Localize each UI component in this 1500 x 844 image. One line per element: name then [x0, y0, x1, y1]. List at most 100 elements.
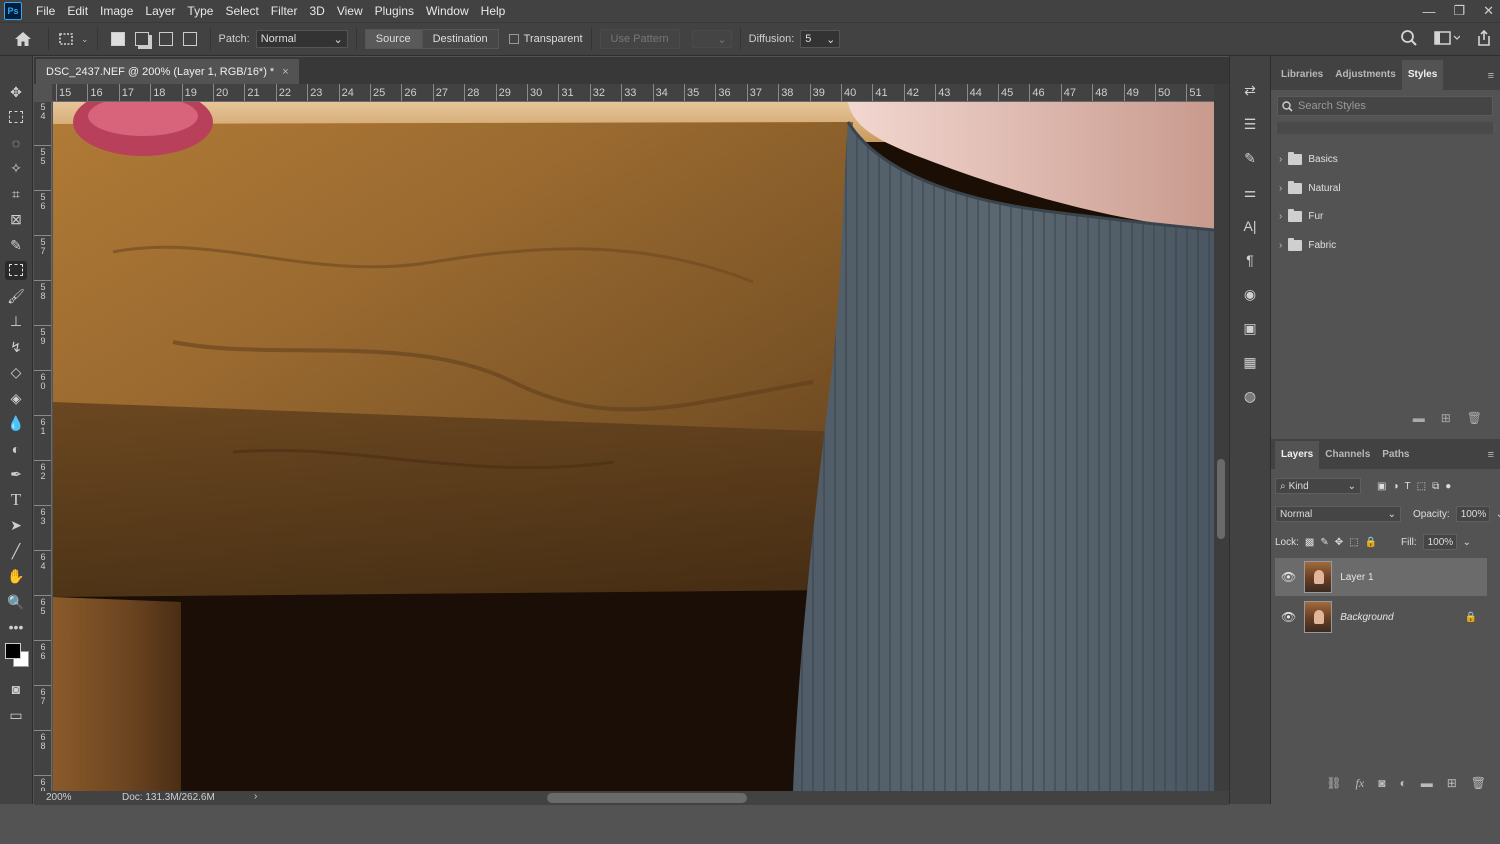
style-group-basics[interactable]: › Basics [1277, 145, 1485, 173]
panel-menu-icon[interactable]: ≡ [1488, 70, 1494, 82]
link-layers-icon[interactable]: ⛓ [1326, 776, 1341, 790]
search-icon[interactable] [1400, 29, 1418, 47]
tab-adjustments[interactable]: Adjustments [1329, 60, 1402, 90]
clone-stamp-tool-icon[interactable]: ⊥ [5, 312, 27, 331]
paragraph-panel-icon[interactable]: ¶ [1240, 250, 1260, 270]
layer-style-icon[interactable]: fx [1356, 776, 1365, 791]
minimize-button[interactable]: — [1422, 4, 1435, 19]
gradients-panel-icon[interactable]: ▣ [1240, 318, 1260, 338]
lock-all-icon[interactable]: 🔒 [1365, 537, 1377, 548]
close-tab-icon[interactable]: × [282, 66, 288, 78]
pen-tool-icon[interactable]: ✒ [5, 465, 27, 484]
lock-transparent-icon[interactable]: ▩ [1305, 537, 1314, 548]
swatches-panel-icon[interactable]: ▦ [1240, 352, 1260, 372]
lock-artboard-icon[interactable]: ⬚ [1349, 537, 1358, 548]
new-adjustment-icon[interactable]: ◐ [1399, 776, 1406, 790]
menu-view[interactable]: View [331, 0, 369, 22]
menu-help[interactable]: Help [475, 0, 512, 22]
add-to-selection-icon[interactable] [134, 32, 149, 46]
chevron-right-icon[interactable]: › [1279, 183, 1282, 194]
zoom-tool-icon[interactable]: 🔍 [5, 592, 27, 611]
move-tool-icon[interactable]: ✥ [5, 82, 27, 101]
menu-image[interactable]: Image [94, 0, 139, 22]
fill-input[interactable]: 100% [1422, 534, 1457, 550]
chevron-right-icon[interactable]: › [1279, 211, 1282, 222]
layer-name[interactable]: Background [1340, 612, 1456, 623]
close-window-button[interactable]: ✕ [1483, 3, 1494, 19]
style-group-fur[interactable]: › Fur [1277, 202, 1485, 230]
intersect-selection-icon[interactable] [182, 32, 197, 46]
patch-tool-preset-icon[interactable]: ⌄ [57, 31, 89, 47]
pattern-picker[interactable]: ⌄ [691, 30, 732, 48]
color-panel-icon[interactable]: ◍ [1240, 386, 1260, 406]
character-panel-icon[interactable]: A| [1240, 216, 1260, 236]
add-mask-icon[interactable]: ◙ [1378, 776, 1385, 790]
layer-row-layer-1[interactable]: 👁 Layer 1 [1275, 558, 1487, 596]
dodge-tool-icon[interactable]: ◐ [5, 439, 27, 458]
document-tab[interactable]: DSC_2437.NEF @ 200% (Layer 1, RGB/16*) *… [36, 59, 299, 84]
filter-shape-icon[interactable]: ⬚ [1417, 481, 1426, 492]
delete-layer-icon[interactable]: 🗑 [1471, 776, 1486, 790]
color-swatches[interactable] [2, 643, 30, 673]
share-icon[interactable] [1476, 29, 1492, 47]
filter-pixel-icon[interactable]: ▣ [1377, 481, 1386, 492]
new-style-icon[interactable]: ⊞ [1441, 411, 1451, 425]
filter-type-icon[interactable]: T [1405, 481, 1411, 492]
status-menu-arrow-icon[interactable]: › [254, 791, 257, 802]
tab-channels[interactable]: Channels [1319, 441, 1376, 469]
eye-icon[interactable]: 👁 [1281, 570, 1296, 584]
menu-layer[interactable]: Layer [139, 0, 181, 22]
frame-tool-icon[interactable]: ⊠ [5, 210, 27, 229]
properties-panel-icon[interactable]: ☰ [1240, 114, 1260, 134]
history-panel-icon[interactable]: ⇄ [1240, 80, 1260, 100]
paint-bucket-tool-icon[interactable]: ◈ [5, 388, 27, 407]
more-tools-icon[interactable]: ••• [5, 618, 27, 637]
tab-layers[interactable]: Layers [1275, 441, 1320, 469]
use-pattern-button[interactable]: Use Pattern [599, 29, 680, 49]
lock-image-icon[interactable]: ✎ [1320, 537, 1328, 548]
blend-mode-select[interactable]: Normal ⌄ [1275, 506, 1401, 522]
patch-mode-select[interactable]: Normal ⌄ [255, 30, 348, 48]
restore-button[interactable]: ❐ [1453, 3, 1465, 19]
eyedropper-tool-icon[interactable]: ✎ [5, 235, 27, 254]
menu-plugins[interactable]: Plugins [369, 0, 420, 22]
tab-styles[interactable]: Styles [1401, 60, 1444, 90]
vertical-scroll-thumb[interactable] [1217, 459, 1225, 539]
menu-3d[interactable]: 3D [303, 0, 330, 22]
menu-filter[interactable]: Filter [265, 0, 304, 22]
new-selection-icon[interactable] [110, 32, 125, 46]
chevron-down-icon[interactable]: ⌄ [1496, 509, 1500, 520]
menu-edit[interactable]: Edit [61, 0, 94, 22]
chevron-down-icon[interactable]: ⌄ [1463, 537, 1471, 548]
transparent-checkbox[interactable] [508, 34, 519, 44]
layer-filter-kind-select[interactable]: ⌕ Kind ⌄ [1275, 478, 1361, 494]
lock-position-icon[interactable]: ✥ [1335, 537, 1343, 548]
opacity-input[interactable]: 100% [1455, 506, 1490, 522]
history-brush-tool-icon[interactable]: ↯ [5, 337, 27, 356]
layer-row-background[interactable]: 👁 Background 🔒 [1275, 598, 1487, 636]
search-styles-input[interactable]: Search Styles [1277, 96, 1493, 116]
layer-name[interactable]: Layer 1 [1340, 572, 1373, 583]
blur-tool-icon[interactable]: 💧 [5, 414, 27, 433]
menu-file[interactable]: File [30, 0, 61, 22]
style-group-fabric[interactable]: › Fabric [1277, 231, 1485, 259]
eraser-tool-icon[interactable]: ◇ [5, 363, 27, 382]
new-layer-icon[interactable]: ⊞ [1447, 776, 1457, 790]
menu-window[interactable]: Window [420, 0, 475, 22]
eye-icon[interactable]: 👁 [1281, 610, 1296, 624]
tab-paths[interactable]: Paths [1376, 441, 1415, 469]
horizontal-scrollbar[interactable] [314, 793, 1234, 803]
new-group-icon[interactable]: ▬ [1413, 411, 1425, 425]
new-group-icon[interactable]: ▬ [1421, 776, 1433, 790]
horizontal-scroll-thumb[interactable] [547, 793, 747, 803]
source-button[interactable]: Source [364, 29, 422, 49]
delete-style-icon[interactable]: 🗑 [1467, 411, 1482, 425]
brush-settings-icon[interactable]: ✎ [1240, 148, 1260, 168]
workspace-icon[interactable] [1434, 30, 1460, 46]
diffusion-select[interactable]: 5 ⌄ [800, 30, 841, 48]
home-icon[interactable] [6, 31, 40, 47]
filter-toggle-icon[interactable]: ● [1445, 481, 1451, 492]
filter-adjustment-icon[interactable]: ◑ [1392, 481, 1398, 492]
subtract-selection-icon[interactable] [158, 32, 173, 46]
zoom-level[interactable]: 200% [46, 792, 72, 803]
